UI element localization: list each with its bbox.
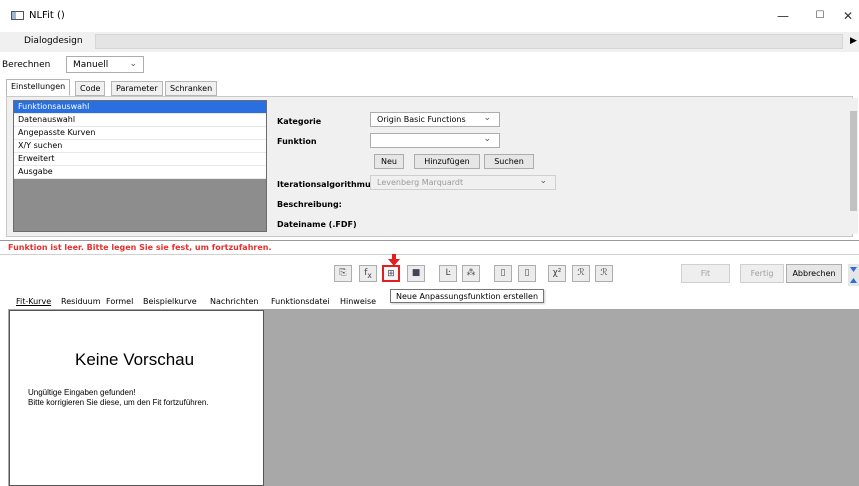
title-bar: NLFit () — ☐ ✕ xyxy=(0,0,859,32)
init-params-icon[interactable]: Ŀ xyxy=(439,265,457,282)
chi-square-icon[interactable]: χ² xyxy=(548,265,566,282)
divider xyxy=(0,254,859,255)
window-title: NLFit () xyxy=(29,10,65,21)
iteration-label: Iterationsalgorithmus xyxy=(277,180,376,189)
iteration-select[interactable]: Levenberg Marquardt ⌄ xyxy=(370,175,556,190)
filename-label: Dateiname (.FDF) xyxy=(277,220,357,229)
search-button[interactable]: Suchen xyxy=(484,154,534,169)
settings-nav-list: Funktionsauswahl Datenauswahl Angepasste… xyxy=(13,100,267,232)
new-button[interactable]: Neu xyxy=(374,154,404,169)
maximize-button[interactable]: ☐ xyxy=(805,6,835,26)
minimize-button[interactable]: — xyxy=(768,6,798,26)
fit-until-converged-icon[interactable]: ▯ xyxy=(518,265,536,282)
error-message: Funktion ist leer. Bitte legen Sie sie f… xyxy=(8,243,272,252)
preview-message-line2: Bitte korrigieren Sie diese, um den Fit … xyxy=(28,398,209,407)
chevron-down-icon: ⌄ xyxy=(483,113,491,123)
calculate-select[interactable]: Manuell ⌄ xyxy=(66,56,144,73)
param-settings-icon[interactable]: ⁂ xyxy=(462,265,480,282)
category-value: Origin Basic Functions xyxy=(377,115,466,124)
cancel-button[interactable]: Abbrechen xyxy=(786,264,842,283)
design-expand-icon[interactable]: ▶ xyxy=(850,36,857,46)
tab-fit-curve[interactable]: Fit-Kurve xyxy=(16,297,51,306)
open-fdf-icon[interactable]: ⎘ xyxy=(334,265,352,282)
one-iteration-icon[interactable]: ▯ xyxy=(494,265,512,282)
panel-toggle-icon[interactable] xyxy=(848,264,859,286)
tab-residual[interactable]: Residuum xyxy=(61,297,101,306)
nav-item-fitted-curves[interactable]: Angepasste Kurven xyxy=(14,127,266,140)
category-label: Kategorie xyxy=(277,117,322,126)
tab-hints[interactable]: Hinweise xyxy=(340,297,376,306)
description-label: Beschreibung: xyxy=(277,200,342,209)
design-bar: Dialogdesign ▶ xyxy=(0,32,859,52)
nav-item-data-selection[interactable]: Datenauswahl xyxy=(14,114,266,127)
calculate-value: Manuell xyxy=(73,60,109,70)
tab-parameter[interactable]: Parameter xyxy=(111,81,163,96)
iteration-value: Levenberg Marquardt xyxy=(377,178,464,187)
design-label: Dialogdesign xyxy=(24,36,83,46)
nav-item-advanced[interactable]: Erweitert xyxy=(14,153,266,166)
chevron-down-icon: ⌄ xyxy=(539,176,547,186)
nav-item-output[interactable]: Ausgabe xyxy=(14,166,266,179)
tab-sample-curve[interactable]: Beispielkurve xyxy=(143,297,197,306)
function-select[interactable]: ⌄ xyxy=(370,133,500,148)
close-button[interactable]: ✕ xyxy=(833,6,859,26)
preview-message-line1: Ungültige Eingaben gefunden! xyxy=(28,388,136,397)
tab-code[interactable]: Code xyxy=(75,81,106,96)
nav-item-function-selection[interactable]: Funktionsauswahl xyxy=(14,101,266,114)
tab-constraints[interactable]: Schranken xyxy=(165,81,218,96)
tab-function-file[interactable]: Funktionsdatei xyxy=(271,297,330,306)
tab-formula[interactable]: Formel xyxy=(106,297,133,306)
preview-title: Keine Vorschau xyxy=(75,350,195,369)
chevron-down-icon: ⌄ xyxy=(129,59,137,69)
new-fit-function-icon[interactable]: ⊞ xyxy=(382,265,400,282)
vertical-scrollbar[interactable] xyxy=(849,98,858,234)
category-select[interactable]: Origin Basic Functions ⌄ xyxy=(370,112,500,127)
chevron-down-icon: ⌄ xyxy=(483,134,491,144)
done-button[interactable]: Fertig xyxy=(740,264,784,283)
design-field[interactable] xyxy=(95,34,843,49)
calculate-label: Berechnen xyxy=(2,60,51,70)
nav-item-find-xy[interactable]: X/Y suchen xyxy=(14,140,266,153)
tab-settings[interactable]: Einstellungen xyxy=(6,79,71,96)
app-icon xyxy=(11,11,24,20)
tab-messages[interactable]: Nachrichten xyxy=(210,297,258,306)
function-label: Funktion xyxy=(277,137,317,146)
save-icon[interactable]: ■ xyxy=(407,265,425,282)
fix-param-icon[interactable]: ℛ xyxy=(572,265,590,282)
unfix-param-icon[interactable]: ℛ xyxy=(595,265,613,282)
divider xyxy=(0,240,859,241)
add-button[interactable]: Hinzufügen xyxy=(414,154,480,169)
tooltip: Neue Anpassungsfunktion erstellen xyxy=(390,289,545,303)
fit-button[interactable]: Fit xyxy=(681,264,730,283)
formula-icon[interactable]: fx xyxy=(359,265,377,282)
